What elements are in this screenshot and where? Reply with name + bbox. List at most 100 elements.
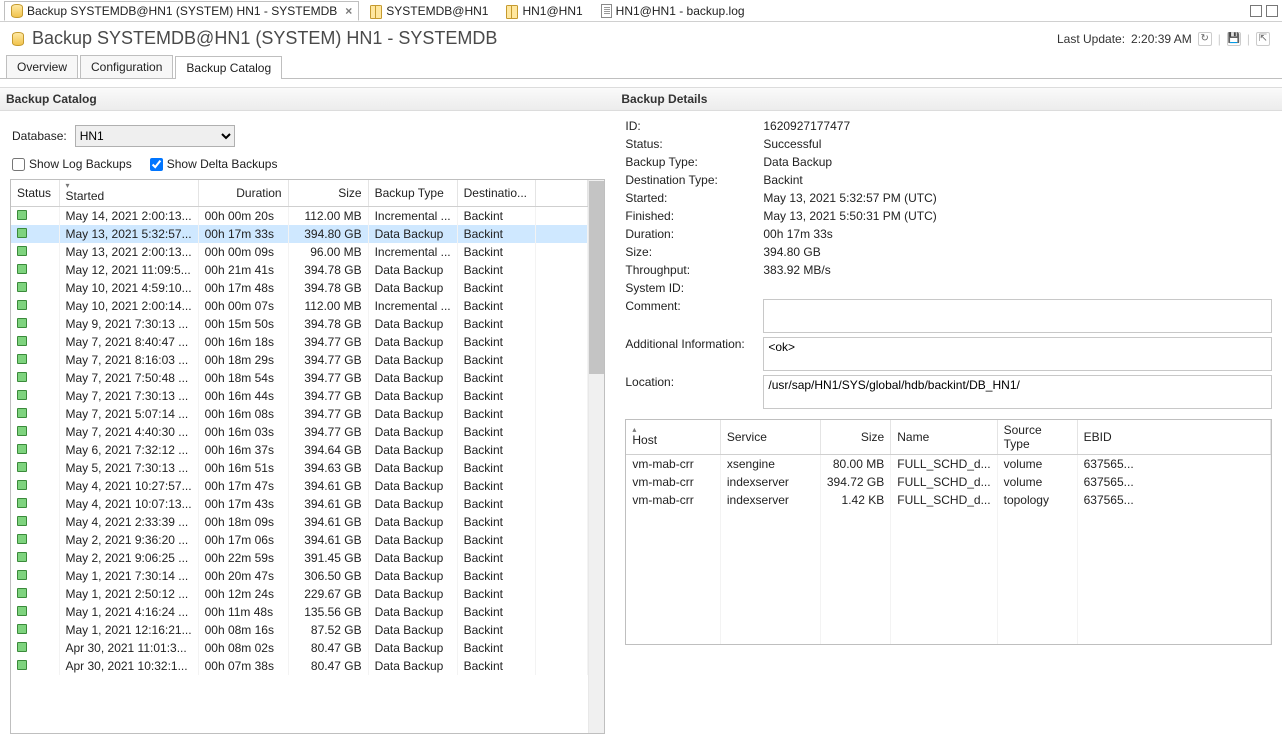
service-row[interactable]: vm-mab-crrindexserver1.42 KBFULL_SCHD_d.… bbox=[626, 491, 1270, 509]
cell-dest: Backint bbox=[457, 567, 535, 585]
editor-tab[interactable]: Backup SYSTEMDB@HN1 (SYSTEM) HN1 - SYSTE… bbox=[4, 1, 359, 21]
cell-dest: Backint bbox=[457, 441, 535, 459]
col-backup-type[interactable]: Backup Type bbox=[368, 180, 457, 207]
catalog-row[interactable]: May 13, 2021 2:00:13...00h 00m 09s96.00 … bbox=[11, 243, 588, 261]
catalog-row[interactable]: May 7, 2021 7:30:13 ...00h 16m 44s394.77… bbox=[11, 387, 588, 405]
status-success-icon bbox=[17, 354, 27, 364]
status-success-icon bbox=[17, 444, 27, 454]
status-success-icon bbox=[17, 516, 27, 526]
catalog-row[interactable]: May 1, 2021 4:16:24 ...00h 11m 48s135.56… bbox=[11, 603, 588, 621]
col-name[interactable]: Name bbox=[891, 420, 997, 455]
editor-tab[interactable]: HN1@HN1 - backup.log bbox=[594, 1, 752, 21]
catalog-row[interactable]: May 6, 2021 7:32:12 ...00h 16m 37s394.64… bbox=[11, 441, 588, 459]
catalog-row[interactable]: May 12, 2021 11:09:5...00h 21m 41s394.78… bbox=[11, 261, 588, 279]
col-ebid[interactable]: EBID bbox=[1077, 420, 1270, 455]
cell-started: May 2, 2021 9:06:25 ... bbox=[59, 549, 198, 567]
catalog-row[interactable]: May 7, 2021 8:40:47 ...00h 16m 18s394.77… bbox=[11, 333, 588, 351]
open-external-icon[interactable]: ⇱ bbox=[1256, 32, 1270, 46]
cell-started: May 7, 2021 5:07:14 ... bbox=[59, 405, 198, 423]
database-select[interactable]: HN1 bbox=[75, 125, 235, 147]
tab-overview[interactable]: Overview bbox=[6, 55, 78, 78]
cell-started: May 7, 2021 4:40:30 ... bbox=[59, 423, 198, 441]
service-row-empty bbox=[626, 581, 1270, 599]
catalog-row[interactable]: Apr 30, 2021 10:32:1...00h 07m 38s80.47 … bbox=[11, 657, 588, 675]
cell-svc-size: 1.42 KB bbox=[820, 491, 890, 509]
cell-ebid: 637565... bbox=[1077, 491, 1270, 509]
cell-type: Data Backup bbox=[368, 441, 457, 459]
catalog-row[interactable]: Apr 30, 2021 11:01:3...00h 08m 02s80.47 … bbox=[11, 639, 588, 657]
cell-started: May 2, 2021 9:36:20 ... bbox=[59, 531, 198, 549]
cell-dest: Backint bbox=[457, 351, 535, 369]
editor-tab[interactable]: HN1@HN1 bbox=[499, 1, 589, 21]
col-host[interactable]: ▴ Host bbox=[626, 420, 720, 455]
maximize-editor-icon[interactable] bbox=[1266, 5, 1278, 17]
catalog-row[interactable]: May 7, 2021 4:40:30 ...00h 16m 03s394.77… bbox=[11, 423, 588, 441]
cell-svc-size: 80.00 MB bbox=[820, 455, 890, 474]
status-success-icon bbox=[17, 570, 27, 580]
catalog-row[interactable]: May 1, 2021 2:50:12 ...00h 12m 24s229.67… bbox=[11, 585, 588, 603]
col-duration[interactable]: Duration bbox=[198, 180, 288, 207]
status-success-icon bbox=[17, 372, 27, 382]
cell-duration: 00h 18m 29s bbox=[198, 351, 288, 369]
col-size[interactable]: Size bbox=[288, 180, 368, 207]
cell-size: 394.77 GB bbox=[288, 369, 368, 387]
cell-size: 394.77 GB bbox=[288, 387, 368, 405]
system-icon bbox=[370, 4, 382, 18]
editor-tab[interactable]: SYSTEMDB@HN1 bbox=[363, 1, 495, 21]
cell-name: FULL_SCHD_d... bbox=[891, 455, 997, 474]
cell-dest: Backint bbox=[457, 657, 535, 675]
col-status[interactable]: Status bbox=[11, 180, 59, 207]
cell-type: Data Backup bbox=[368, 351, 457, 369]
tab-backup-catalog[interactable]: Backup Catalog bbox=[175, 56, 282, 79]
cell-size: 394.61 GB bbox=[288, 477, 368, 495]
cell-duration: 00h 17m 43s bbox=[198, 495, 288, 513]
catalog-row[interactable]: May 10, 2021 4:59:10...00h 17m 48s394.78… bbox=[11, 279, 588, 297]
catalog-row[interactable]: May 7, 2021 7:50:48 ...00h 18m 54s394.77… bbox=[11, 369, 588, 387]
catalog-row[interactable]: May 13, 2021 5:32:57...00h 17m 33s394.80… bbox=[11, 225, 588, 243]
cell-type: Data Backup bbox=[368, 477, 457, 495]
cell-duration: 00h 00m 09s bbox=[198, 243, 288, 261]
service-row[interactable]: vm-mab-crrindexserver394.72 GBFULL_SCHD_… bbox=[626, 473, 1270, 491]
catalog-row[interactable]: May 9, 2021 7:30:13 ...00h 15m 50s394.78… bbox=[11, 315, 588, 333]
catalog-row[interactable]: May 7, 2021 5:07:14 ...00h 16m 08s394.77… bbox=[11, 405, 588, 423]
catalog-row[interactable]: May 4, 2021 10:07:13...00h 17m 43s394.61… bbox=[11, 495, 588, 513]
refresh-icon[interactable]: ↻ bbox=[1198, 32, 1212, 46]
duration-label: Duration: bbox=[625, 227, 757, 241]
catalog-scrollbar[interactable] bbox=[589, 180, 604, 733]
col-svc-size[interactable]: Size bbox=[820, 420, 890, 455]
cell-started: May 13, 2021 2:00:13... bbox=[59, 243, 198, 261]
status-success-icon bbox=[17, 336, 27, 346]
comment-field[interactable] bbox=[763, 299, 1272, 333]
catalog-row[interactable]: May 2, 2021 9:36:20 ...00h 17m 06s394.61… bbox=[11, 531, 588, 549]
catalog-row[interactable]: May 1, 2021 12:16:21...00h 08m 16s87.52 … bbox=[11, 621, 588, 639]
catalog-row[interactable]: May 4, 2021 2:33:39 ...00h 18m 09s394.61… bbox=[11, 513, 588, 531]
catalog-row[interactable]: May 1, 2021 7:30:14 ...00h 20m 47s306.50… bbox=[11, 567, 588, 585]
cell-size: 394.61 GB bbox=[288, 495, 368, 513]
minimize-editor-icon[interactable] bbox=[1250, 5, 1262, 17]
catalog-row[interactable]: May 2, 2021 9:06:25 ...00h 22m 59s391.45… bbox=[11, 549, 588, 567]
service-row[interactable]: vm-mab-crrxsengine80.00 MBFULL_SCHD_d...… bbox=[626, 455, 1270, 474]
catalog-row[interactable]: May 4, 2021 10:27:57...00h 17m 47s394.61… bbox=[11, 477, 588, 495]
cell-started: May 5, 2021 7:30:13 ... bbox=[59, 459, 198, 477]
show-delta-backups-checkbox[interactable]: Show Delta Backups bbox=[150, 157, 278, 171]
catalog-row[interactable]: May 10, 2021 2:00:14...00h 00m 07s112.00… bbox=[11, 297, 588, 315]
col-source-type[interactable]: Source Type bbox=[997, 420, 1077, 455]
duration-value: 00h 17m 33s bbox=[763, 227, 1272, 241]
show-log-backups-checkbox[interactable]: Show Log Backups bbox=[12, 157, 132, 171]
service-row-empty bbox=[626, 509, 1270, 527]
finished-label: Finished: bbox=[625, 209, 757, 223]
catalog-row[interactable]: May 5, 2021 7:30:13 ...00h 16m 51s394.63… bbox=[11, 459, 588, 477]
catalog-row[interactable]: May 14, 2021 2:00:13...00h 00m 20s112.00… bbox=[11, 207, 588, 226]
close-icon[interactable]: × bbox=[345, 4, 352, 18]
save-icon[interactable]: 💾 bbox=[1227, 32, 1241, 46]
col-service[interactable]: Service bbox=[720, 420, 820, 455]
col-started[interactable]: ▾ Started bbox=[59, 180, 198, 207]
tab-configuration[interactable]: Configuration bbox=[80, 55, 173, 78]
cell-duration: 00h 00m 20s bbox=[198, 207, 288, 226]
catalog-row[interactable]: May 7, 2021 8:16:03 ...00h 18m 29s394.77… bbox=[11, 351, 588, 369]
service-row-empty bbox=[626, 527, 1270, 545]
editor-tab-label: Backup SYSTEMDB@HN1 (SYSTEM) HN1 - SYSTE… bbox=[27, 4, 337, 18]
col-destination[interactable]: Destinatio... bbox=[457, 180, 535, 207]
cell-size: 394.63 GB bbox=[288, 459, 368, 477]
cell-dest: Backint bbox=[457, 225, 535, 243]
